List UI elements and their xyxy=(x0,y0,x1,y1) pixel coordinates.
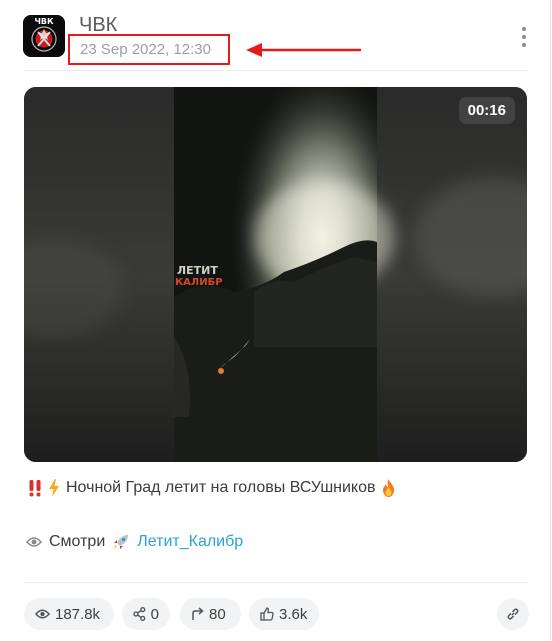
share-icon xyxy=(133,607,146,621)
message-text-line: Ночной Град летит на головы ВСУшников xyxy=(28,479,395,497)
channel-avatar[interactable]: ЧВК xyxy=(23,15,65,57)
menu-dot xyxy=(522,27,526,31)
avatar-text: ЧВК xyxy=(34,17,54,26)
link-icon xyxy=(507,608,519,620)
thumbs-up-icon xyxy=(260,607,274,621)
rocket-icon xyxy=(114,535,129,549)
annotation-arrow-icon xyxy=(246,43,361,57)
channel-logo-icon: ЧВК xyxy=(23,15,65,57)
eye-icon xyxy=(26,537,42,547)
double-exclamation-icon xyxy=(29,480,41,497)
post-card: ЧВК ЧВК 23 Sep 2022, 12:30 ЛЕТИТ КАЛИБР … xyxy=(0,0,551,641)
video-thumbnail: ЛЕТИТ КАЛИБР xyxy=(24,87,527,462)
lightning-icon xyxy=(49,479,59,497)
likes-counter[interactable]: 3.6k xyxy=(249,598,319,630)
video-overlay-text-2: КАЛИБР xyxy=(175,277,223,288)
shares-counter[interactable]: 0 xyxy=(122,598,170,630)
forwards-counter[interactable]: 80 xyxy=(180,598,241,630)
views-count: 187.8k xyxy=(55,605,101,623)
message-text: Ночной Град летит на головы ВСУшников xyxy=(66,479,376,496)
views-counter[interactable]: 187.8k xyxy=(24,598,114,630)
shares-count: 0 xyxy=(150,605,159,623)
fire-icon xyxy=(382,479,394,497)
copy-link-button[interactable] xyxy=(497,598,529,630)
menu-dot xyxy=(522,43,526,47)
forward-arrow-icon xyxy=(192,607,204,620)
hashtag-line: Смотри Летит_Калибр xyxy=(26,533,243,551)
watch-label: Смотри xyxy=(49,533,106,550)
video-overlay-text-1: ЛЕТИТ xyxy=(177,264,218,277)
header-divider xyxy=(23,70,527,71)
eye-icon xyxy=(35,609,50,619)
annotation-highlight-box xyxy=(68,34,230,65)
forwards-count: 80 xyxy=(209,605,226,623)
video-player[interactable]: ЛЕТИТ КАЛИБР 00:16 xyxy=(24,87,527,462)
likes-count: 3.6k xyxy=(279,605,308,623)
hashtag-link[interactable]: Летит_Калибр xyxy=(137,533,243,551)
footer-divider xyxy=(23,582,527,583)
menu-dot xyxy=(522,35,526,39)
more-options-icon[interactable] xyxy=(515,25,533,49)
video-duration-badge: 00:16 xyxy=(458,97,515,124)
